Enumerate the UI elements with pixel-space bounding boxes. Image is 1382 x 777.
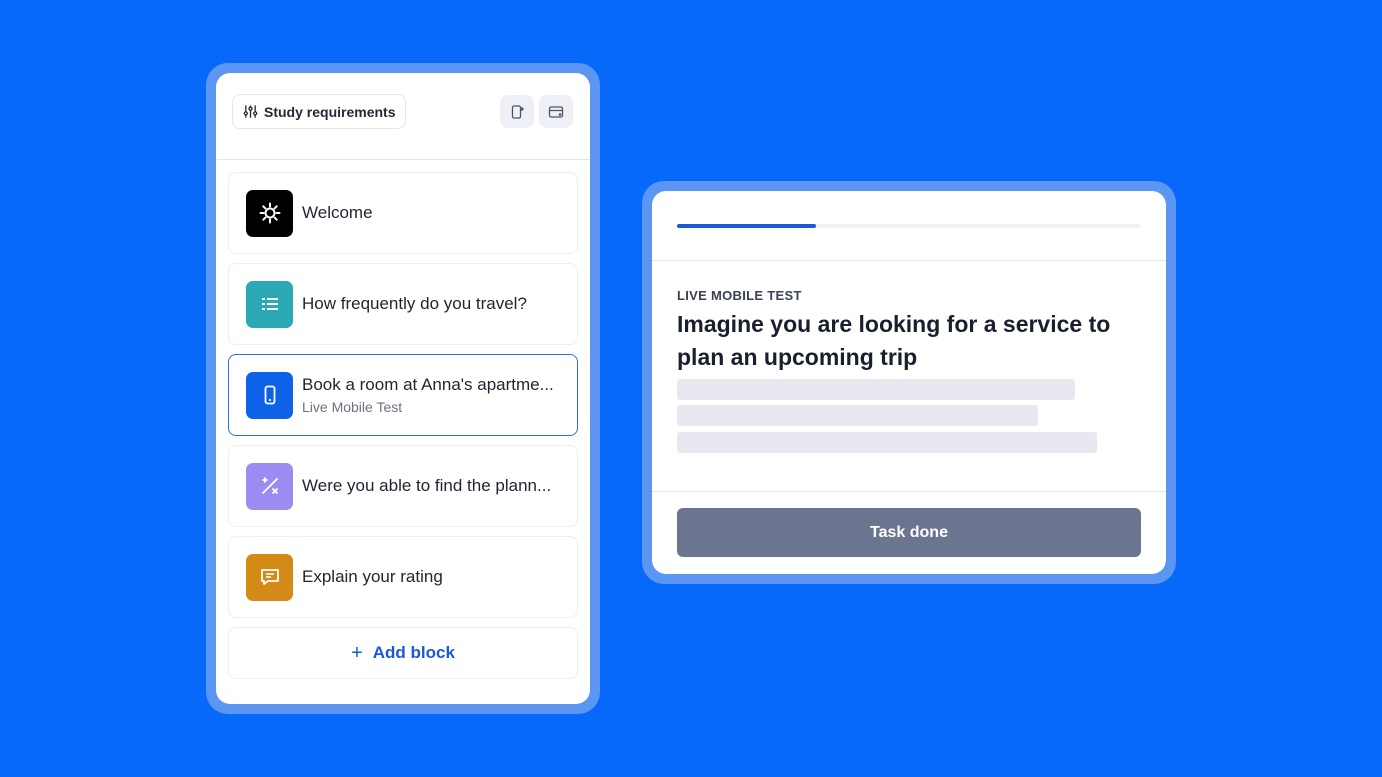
block-icon-tile [246,371,293,419]
study-builder-panel: Study requirements Welcome How frequentl… [216,73,590,704]
mobile-add-icon [511,104,524,119]
block-title: Were you able to find the plann... [302,476,552,495]
block-icon-tile [246,462,293,510]
block-title: How frequently do you travel? [302,294,527,313]
block-travel-frequency[interactable]: How frequently do you travel? [228,263,578,345]
payment-settings-button[interactable] [539,95,573,128]
task-preview-frame: LIVE MOBILE TEST Imagine you are looking… [642,181,1176,584]
message-icon [260,569,279,585]
task-headline: Imagine you are looking for a service to… [677,311,1111,370]
list-icon [261,298,278,310]
credit-card-icon [548,105,564,118]
study-requirements-label: Study requirements [264,103,396,120]
mobile-phone-icon [264,385,275,405]
block-icon-tile [246,553,293,601]
builder-header: Study requirements [216,73,590,160]
block-title: Welcome [302,203,373,222]
study-builder-frame: Study requirements Welcome How frequentl… [206,63,600,714]
gear-icon [259,202,280,224]
progress-bar [677,224,1141,228]
plus-icon: + [351,641,363,664]
block-find-planner[interactable]: Were you able to find the plann... [228,445,578,527]
add-block-button[interactable]: + Add block [228,627,578,679]
task-done-button[interactable]: Task done [677,508,1141,557]
progress-fill [677,224,817,228]
percent-icon [261,477,278,494]
block-subtitle: Live Mobile Test [302,399,403,415]
block-explain-rating[interactable]: Explain your rating [228,536,578,618]
block-icon-tile [246,189,293,237]
block-title: Book a room at Anna's apartme... [302,375,554,394]
add-block-label: Add block [372,643,455,662]
sliders-icon [243,105,258,118]
mobile-preview-button[interactable] [500,95,534,128]
placeholder-line [677,432,1097,453]
placeholder-line [677,405,1038,426]
block-title: Explain your rating [302,567,443,586]
task-type-label: LIVE MOBILE TEST [677,288,802,303]
block-list: Welcome How frequently do you travel? Bo… [228,172,578,679]
study-requirements-button[interactable]: Study requirements [232,94,407,129]
task-preview-card: LIVE MOBILE TEST Imagine you are looking… [652,191,1166,574]
progress-section [652,191,1166,261]
placeholder-line [677,379,1075,400]
block-icon-tile [246,280,293,328]
block-welcome[interactable]: Welcome [228,172,578,254]
block-live-mobile-test[interactable]: Book a room at Anna's apartme... Live Mo… [228,354,578,436]
task-content: LIVE MOBILE TEST Imagine you are looking… [652,261,1166,492]
